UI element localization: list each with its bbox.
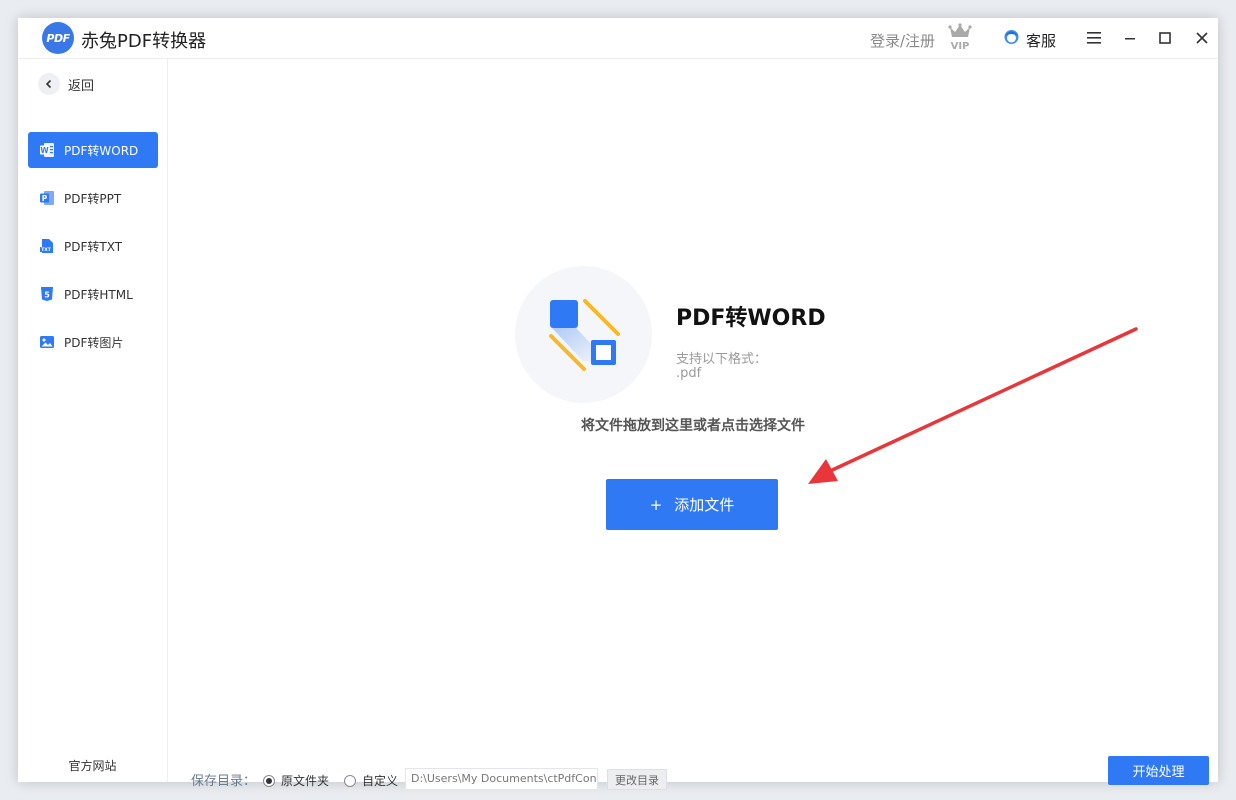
maximize-icon bbox=[1159, 32, 1171, 44]
drop-hint-text: 将文件拖放到这里或者点击选择文件 bbox=[581, 418, 805, 434]
ppt-icon: P bbox=[40, 191, 54, 205]
plus-icon: + bbox=[649, 495, 663, 514]
svg-text:TXT: TXT bbox=[41, 247, 52, 253]
close-icon bbox=[1196, 32, 1208, 44]
supported-formats-value: .pdf bbox=[676, 366, 702, 381]
svg-text:P: P bbox=[42, 194, 48, 203]
customer-service-label[interactable]: 客服 bbox=[1026, 30, 1056, 51]
radio-label: 原文件夹 bbox=[281, 774, 330, 788]
menu-icon bbox=[1087, 32, 1101, 44]
customer-service-icon[interactable] bbox=[1003, 29, 1020, 47]
word-icon: W bbox=[40, 143, 54, 157]
back-button[interactable]: 返回 bbox=[38, 72, 94, 96]
svg-text:W: W bbox=[40, 146, 49, 155]
app-logo: PDF bbox=[42, 22, 74, 54]
menu-button[interactable] bbox=[1084, 28, 1104, 48]
close-button[interactable] bbox=[1192, 28, 1212, 48]
back-label: 返回 bbox=[68, 78, 95, 94]
save-directory-label: 保存目录： bbox=[191, 774, 257, 789]
radio-custom[interactable]: 自定义 bbox=[344, 772, 398, 789]
sidebar: 返回 W PDF转WORD P PDF转PPT TXT PDF转TXT 5 PD… bbox=[18, 59, 168, 782]
minimize-icon bbox=[1125, 38, 1135, 40]
sidebar-item-pdf-to-txt[interactable]: TXT PDF转TXT bbox=[28, 228, 158, 264]
sidebar-item-label: PDF转WORD bbox=[64, 143, 139, 158]
svg-text:5: 5 bbox=[44, 291, 50, 300]
maximize-button[interactable] bbox=[1155, 28, 1175, 48]
official-website-link[interactable]: 官方网站 bbox=[18, 757, 167, 774]
back-icon bbox=[38, 73, 60, 95]
app-window: PDF 赤兔PDF转换器 登录/注册 VIP 客服 返回 W PDF转WORD … bbox=[18, 18, 1218, 790]
vip-crown-icon[interactable]: VIP bbox=[947, 23, 973, 51]
radio-unselected-icon bbox=[344, 774, 356, 787]
html5-icon: 5 bbox=[41, 287, 53, 301]
convert-illustration bbox=[515, 266, 652, 403]
drop-zone[interactable]: PDF转WORD 支持以下格式： .pdf 将文件拖放到这里或者点击选择文件 +… bbox=[168, 59, 1218, 790]
sidebar-item-label: PDF转TXT bbox=[64, 239, 123, 254]
add-file-button[interactable]: + 添加文件 bbox=[606, 479, 778, 530]
minimize-button[interactable] bbox=[1120, 28, 1140, 48]
radio-label: 自定义 bbox=[362, 774, 399, 788]
sidebar-item-label: PDF转图片 bbox=[64, 335, 124, 350]
login-register-link[interactable]: 登录/注册 bbox=[870, 30, 935, 51]
start-processing-button[interactable]: 开始处理 bbox=[1108, 756, 1209, 785]
sidebar-item-pdf-to-word[interactable]: W PDF转WORD bbox=[28, 132, 158, 168]
sidebar-item-pdf-to-html[interactable]: 5 PDF转HTML bbox=[28, 276, 158, 312]
txt-icon: TXT bbox=[40, 239, 53, 253]
supported-formats-label: 支持以下格式： bbox=[676, 352, 768, 367]
image-icon bbox=[40, 336, 54, 348]
svg-text:VIP: VIP bbox=[951, 41, 970, 51]
sidebar-item-pdf-to-ppt[interactable]: P PDF转PPT bbox=[28, 180, 158, 216]
add-file-label: 添加文件 bbox=[674, 496, 735, 514]
sidebar-item-label: PDF转PPT bbox=[64, 191, 122, 206]
radio-original-folder[interactable]: 原文件夹 bbox=[263, 772, 329, 789]
radio-selected-icon bbox=[263, 774, 275, 787]
app-title: 赤兔PDF转换器 bbox=[81, 31, 207, 52]
output-path-field[interactable]: D:\Users\My Documents\ctPdfCon bbox=[405, 768, 598, 790]
sidebar-item-label: PDF转HTML bbox=[64, 287, 133, 302]
title-bar: PDF 赤兔PDF转换器 登录/注册 VIP 客服 bbox=[18, 18, 1218, 59]
sidebar-item-pdf-to-image[interactable]: PDF转图片 bbox=[28, 324, 158, 360]
pdf-to-word-illustration-icon bbox=[549, 299, 620, 371]
page-title: PDF转WORD bbox=[676, 306, 826, 331]
change-directory-button[interactable]: 更改目录 bbox=[607, 769, 667, 790]
